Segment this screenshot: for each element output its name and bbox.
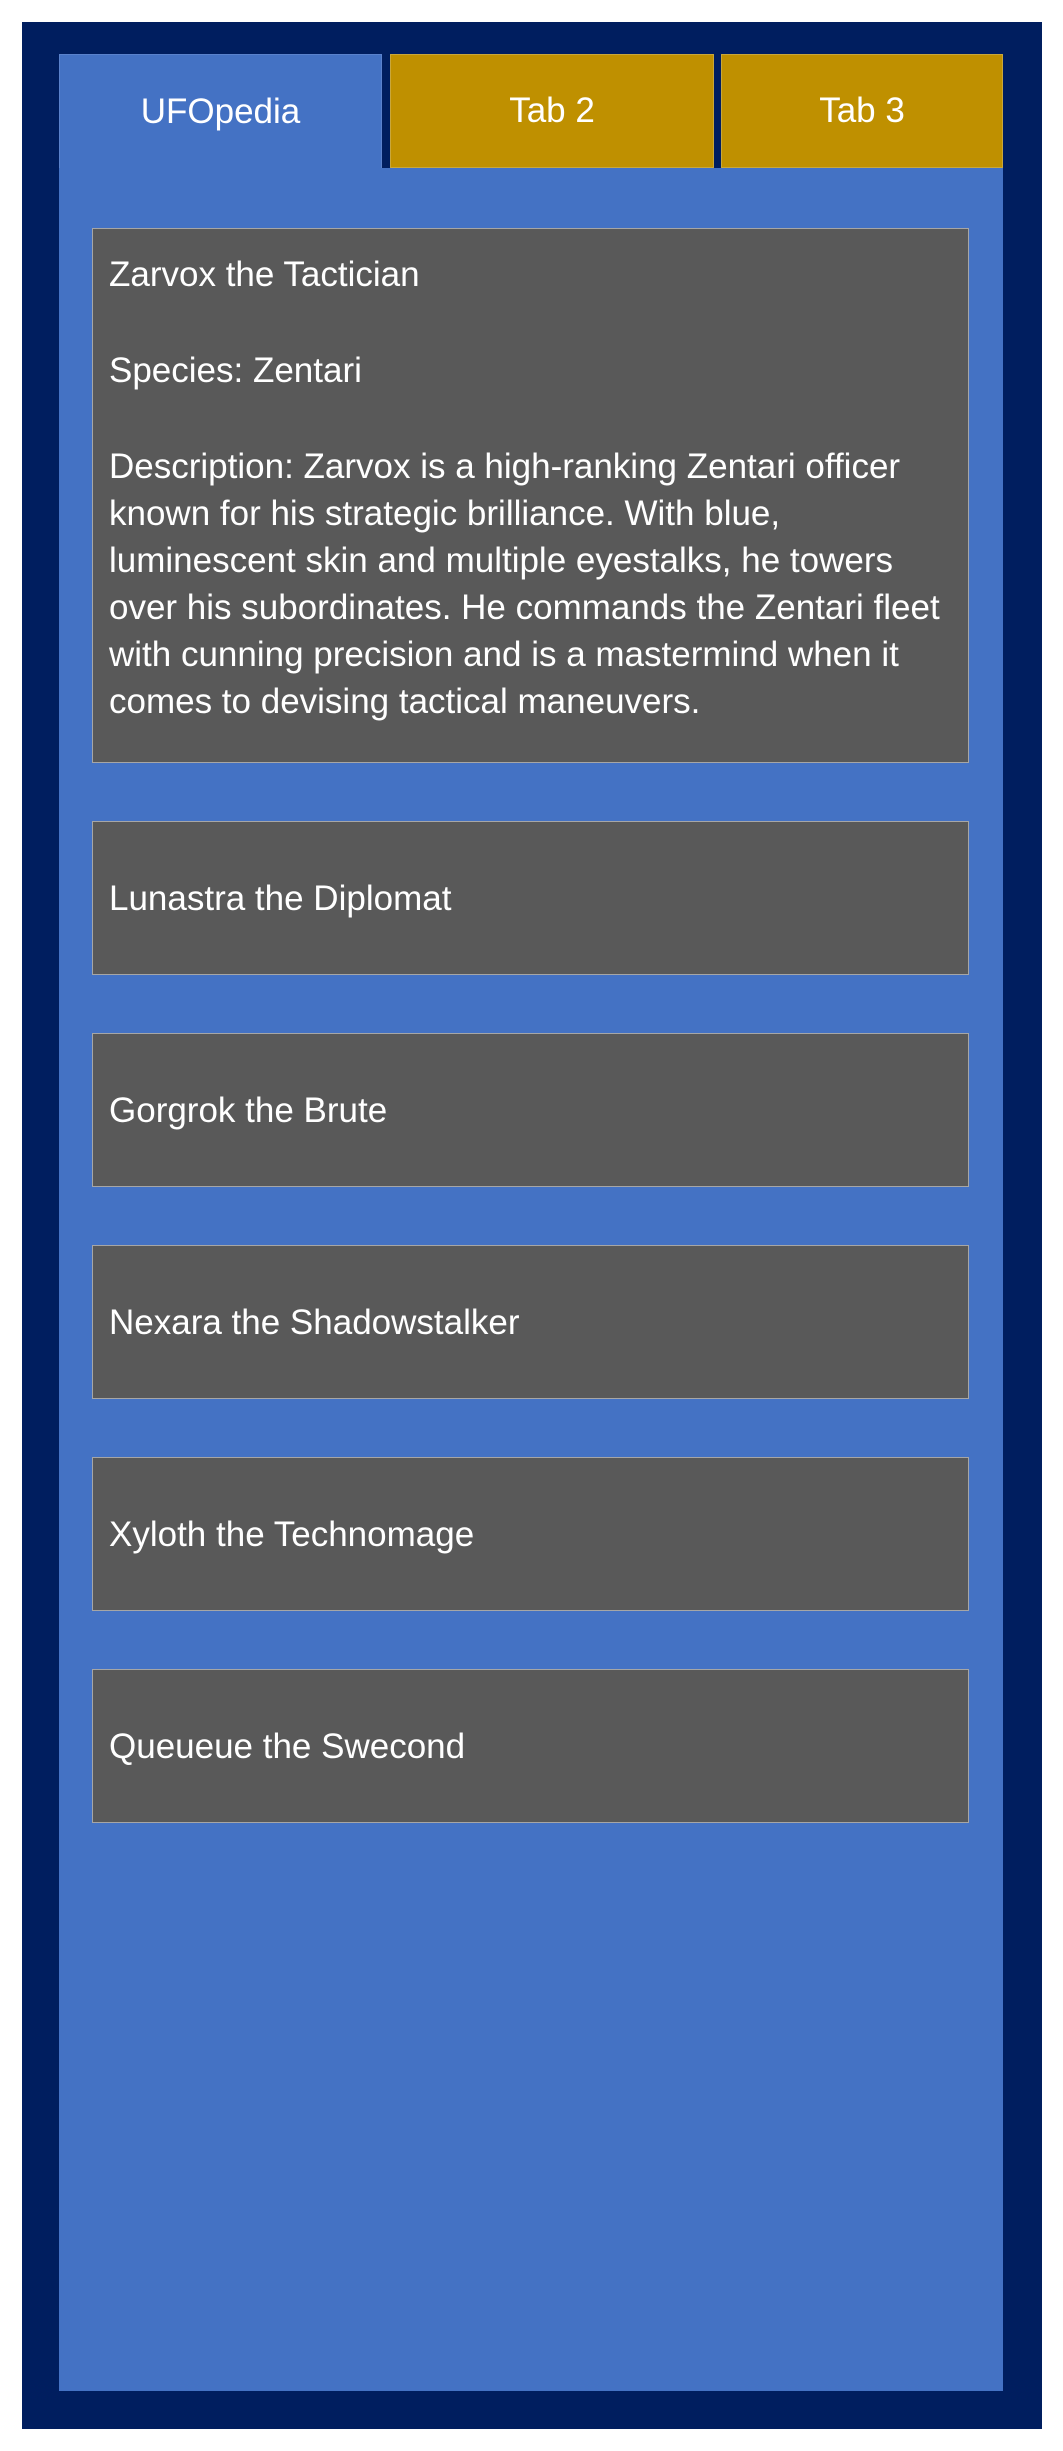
alien-entry-lunastra[interactable]: Lunastra the Diplomat	[92, 821, 969, 975]
entry-title: Queueue the Swecond	[109, 1726, 466, 1766]
tab-content-panel: Zarvox the Tactician Species: Zentari De…	[59, 168, 1003, 2391]
alien-entry-queueue[interactable]: Queueue the Swecond	[92, 1669, 969, 1823]
tab-bar: UFOpedia Tab 2 Tab 3	[59, 54, 1003, 168]
alien-entry-xyloth[interactable]: Xyloth the Technomage	[92, 1457, 969, 1611]
entry-description: Description: Zarvox is a high-ranking Ze…	[109, 447, 940, 721]
entry-title: Nexara the Shadowstalker	[109, 1302, 520, 1342]
entry-title: Gorgrok the Brute	[109, 1090, 388, 1130]
alien-entry-zarvox[interactable]: Zarvox the Tactician Species: Zentari De…	[92, 228, 969, 763]
tab-ufopedia[interactable]: UFOpedia	[59, 54, 382, 168]
entry-title: Xyloth the Technomage	[109, 1514, 475, 1554]
alien-entry-gorgrok[interactable]: Gorgrok the Brute	[92, 1033, 969, 1187]
tab-2[interactable]: Tab 2	[390, 54, 714, 168]
tab-3[interactable]: Tab 3	[721, 54, 1003, 168]
entry-species: Species: Zentari	[109, 351, 362, 390]
entry-title: Zarvox the Tactician	[109, 255, 420, 294]
alien-entry-nexara[interactable]: Nexara the Shadowstalker	[92, 1245, 969, 1399]
entry-title: Lunastra the Diplomat	[109, 878, 452, 918]
